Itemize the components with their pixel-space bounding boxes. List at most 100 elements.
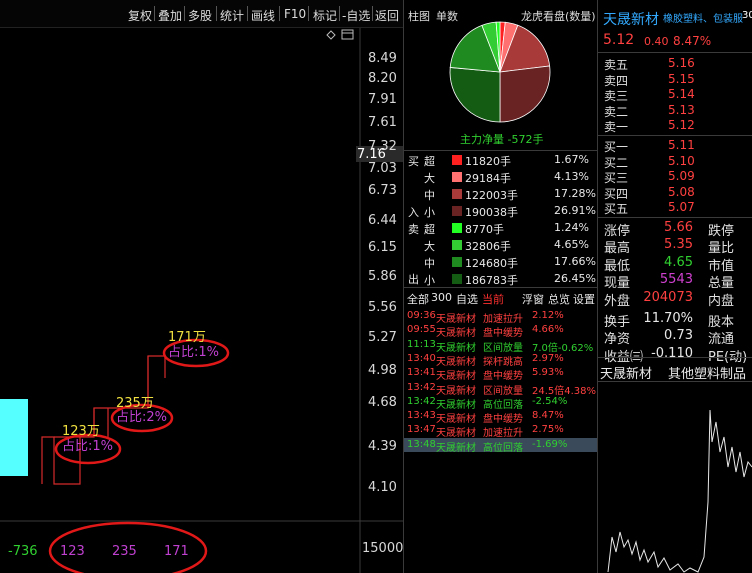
alert-row[interactable]: 09:36 天晟新材 加速拉升 2.12% — [404, 309, 597, 325]
stat-row: 换手 11.70% 股本 — [598, 311, 752, 330]
level-price: 5.14 — [668, 87, 695, 101]
stat-label: 现量 — [604, 276, 631, 292]
toolbar-back-button[interactable]: 返回 — [375, 7, 399, 24]
price-tick-label: 5.56 — [368, 300, 397, 315]
level-label: 卖五 — [604, 58, 629, 72]
fund-color-swatch — [452, 155, 462, 165]
toolbar-separator — [184, 6, 185, 21]
level-label: 卖二 — [604, 104, 629, 119]
price-chart[interactable]: 8.49 8.20 7.91 7.61 7.32 7.03 6.73 6.44 6.15 5.86… — [0, 28, 403, 573]
fund-row: 超 8770手 1.24% — [404, 220, 597, 237]
net-main-force: 主力净量 -572手 — [460, 133, 544, 146]
stat-value: 204073 — [643, 289, 693, 305]
pie-slice — [499, 65, 551, 123]
divider — [598, 357, 752, 358]
toolbar-stats-button[interactable]: 统计 — [220, 7, 244, 24]
fund-level: 超 — [424, 155, 435, 168]
toolbar-separator — [247, 6, 248, 21]
alert-row[interactable]: 13:40 天晟新材 探杆跳高 2.97% — [404, 352, 597, 368]
fund-pct: 4.13% — [554, 170, 589, 183]
window-icon — [341, 29, 354, 40]
price-tick-label: 7.61 — [368, 115, 397, 130]
alert-time: 13:40 — [407, 352, 436, 364]
alert-row[interactable]: 13:47 天晟新材 加速拉升 2.75% — [404, 423, 597, 439]
bid-row[interactable]: 买二 5.10 — [598, 153, 752, 170]
stat-label-2: 量比 — [708, 241, 735, 257]
toolbar-draw-button[interactable]: 画线 — [251, 7, 275, 24]
ask-row[interactable]: 卖二 5.13 — [598, 103, 752, 119]
fund-amount: 8770手 — [465, 223, 504, 236]
alert-row[interactable]: 13:48 天晟新材 高位回落 -1.69% — [404, 437, 597, 454]
alert-tab-current[interactable]: 当前 — [482, 291, 504, 307]
current-price-tag: 7.16 — [357, 147, 386, 162]
price-tick-label: 5.86 — [368, 269, 397, 284]
stat-row: 外盘 204073 内盘 — [598, 289, 752, 309]
stat-value: 5543 — [659, 272, 693, 288]
stat-label-2: 市值 — [708, 258, 735, 274]
alert-row[interactable]: 13:42 天晟新材 高位回落 -2.54% — [404, 395, 597, 411]
alert-value: 2.12% — [532, 310, 564, 321]
alert-tab-watchlist[interactable]: 自选 — [456, 291, 478, 307]
fund-amount: 11820手 — [465, 155, 511, 168]
stat-row: 现量 5543 总量 — [598, 272, 752, 292]
stat-label: 最高 — [604, 241, 631, 257]
toolbar-separator — [372, 6, 373, 21]
stat-row: 涨停 5.66 跌停 — [598, 220, 752, 239]
toolbar-separator — [308, 6, 309, 21]
fund-color-swatch — [452, 189, 462, 199]
fund-level: 中 — [424, 257, 435, 270]
bid-row[interactable]: 买五 5.07 — [598, 200, 752, 216]
cyan-candle — [0, 399, 28, 476]
toolbar-fuquan-button[interactable]: 复权 — [128, 7, 152, 24]
alert-row[interactable]: 09:55 天晟新材 盘中缓势 4.66% — [404, 323, 597, 339]
toolbar-f10-button[interactable]: F10 — [284, 7, 306, 21]
volume-value: -736 — [8, 544, 38, 559]
annotation-ratio-2: 占比:2% — [116, 410, 168, 425]
alert-time: 13:43 — [407, 410, 436, 422]
alert-value: -2.54% — [532, 395, 568, 407]
alert-time: 09:55 — [407, 324, 436, 336]
toolbar-remove-watchlist-button[interactable]: -自选 — [342, 7, 370, 24]
alert-float-window-button[interactable]: 浮窗 — [522, 291, 544, 307]
bid-row[interactable]: 买四 5.08 — [598, 185, 752, 201]
alert-row[interactable]: 11:13 天晟新材 区间放量 7.0倍-0.62% — [404, 338, 597, 354]
price-change: 0.40 — [644, 35, 669, 48]
bid-row[interactable]: 买三 5.09 — [598, 169, 752, 185]
alert-row[interactable]: 13:42 天晟新材 区间放量 24.5倍4.38% — [404, 381, 597, 397]
toolbar-multi-stock-button[interactable]: 多股 — [188, 7, 212, 24]
alert-time: 13:41 — [407, 367, 436, 379]
industry-suffix: 30 — [742, 10, 752, 21]
price-tick-label: 8.49 — [368, 51, 397, 66]
diamond-icon — [326, 30, 336, 40]
toolbar-separator — [216, 6, 217, 21]
alert-tab-300[interactable]: 300 — [431, 291, 452, 304]
fund-level: 小 — [424, 274, 435, 287]
toolbar-overlay-button[interactable]: 叠加 — [158, 7, 182, 24]
price-tick-label: 5.27 — [368, 330, 397, 345]
stat-value: 4.65 — [664, 254, 693, 270]
level-price: 5.16 — [668, 56, 695, 70]
alert-tab-all[interactable]: 全部 — [407, 291, 429, 307]
alert-settings-button[interactable]: 设置 — [573, 291, 595, 307]
alert-stock: 天晟新材 — [436, 442, 476, 454]
ask-row[interactable]: 卖五 5.16 — [598, 56, 752, 72]
level-price: 5.10 — [668, 153, 695, 168]
fund-pct: 1.24% — [554, 221, 589, 234]
ask-row[interactable]: 卖三 5.14 — [598, 87, 752, 103]
level-label: 卖一 — [604, 120, 629, 134]
fund-row: 小 190038手 26.91% — [404, 203, 597, 220]
bid-row[interactable]: 买一 5.11 — [598, 138, 752, 154]
tab-bar-chart[interactable]: 柱图 — [408, 8, 430, 24]
stat-label: 涨停 — [604, 224, 631, 239]
alert-row[interactable]: 13:41 天晟新材 盘中缓势 5.93% — [404, 366, 597, 382]
fund-row: 超 11820手 1.67% — [404, 152, 597, 169]
toolbar-mark-button[interactable]: 标记 — [313, 7, 337, 24]
fund-table: 买 入 卖 出 超 11820手 1.67% 大 29184手 4.13% 中 12… — [404, 151, 597, 287]
stat-value: 5.66 — [664, 220, 693, 235]
ask-row[interactable]: 卖四 5.15 — [598, 72, 752, 88]
fund-pct: 26.91% — [554, 204, 596, 217]
alert-overview-button[interactable]: 总览 — [548, 291, 570, 307]
ask-row[interactable]: 卖一 5.12 — [598, 118, 752, 134]
level-label: 卖四 — [604, 73, 629, 88]
alert-row[interactable]: 13:43 天晟新材 盘中缓势 8.47% — [404, 409, 597, 425]
